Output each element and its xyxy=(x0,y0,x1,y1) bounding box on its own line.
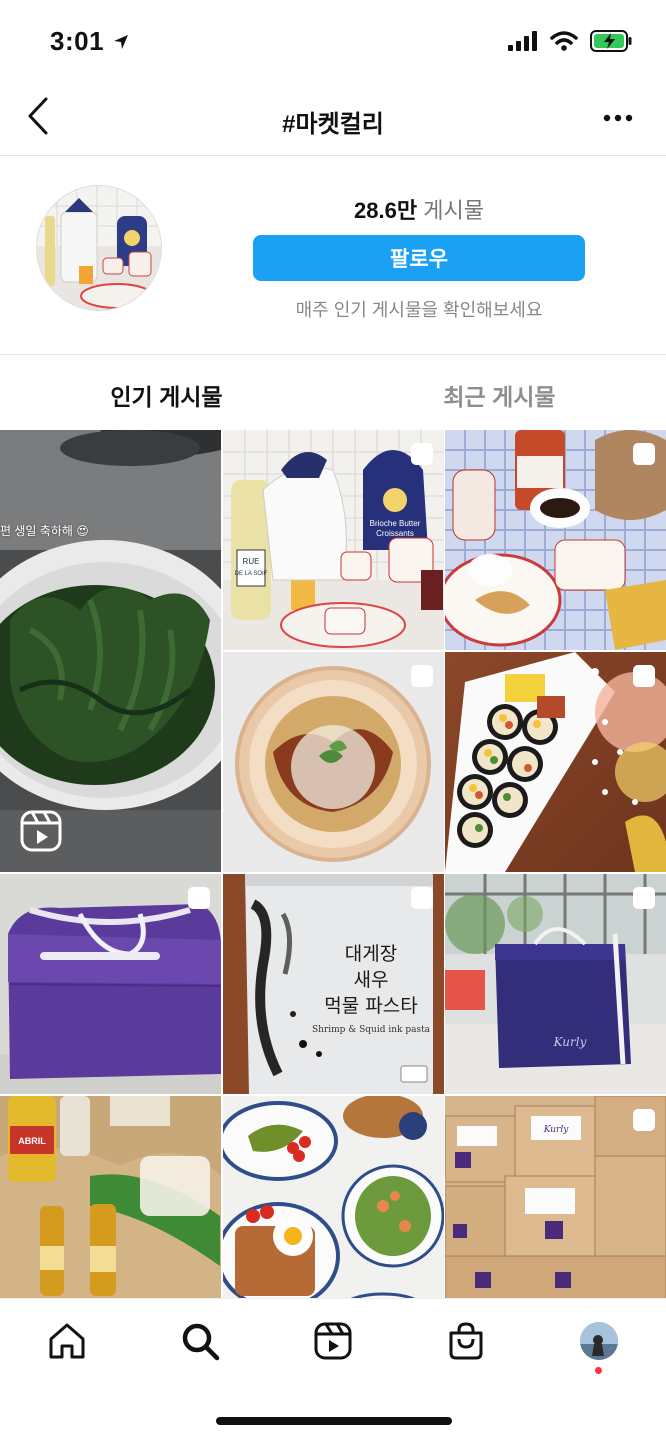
bottom-navigation xyxy=(0,1298,666,1440)
status-time-text: 3:01 xyxy=(50,26,105,56)
search-icon xyxy=(182,1323,220,1361)
hashtag-title: #마켓컬리 xyxy=(282,111,384,138)
rue-label-1: RUE xyxy=(242,557,259,566)
nav-reels-button[interactable] xyxy=(311,1319,355,1363)
post-thumbnail-brunch-spread[interactable] xyxy=(222,1096,444,1316)
nav-shop-button[interactable] xyxy=(444,1319,488,1363)
multiple-photos-icon xyxy=(633,1109,655,1131)
follow-button[interactable]: 팔로우 xyxy=(253,235,585,281)
post-thumbnail-breakfast-counter[interactable]: RUE DE LA SOIF Brioche Butter Croissants xyxy=(222,430,444,650)
shop-icon xyxy=(449,1322,483,1360)
pasta-bag-sub: Shrimp & Squid ink pasta xyxy=(311,1025,430,1035)
post-tabs: 인기 게시물 최근 게시물 xyxy=(0,356,666,430)
post-grid: 편 생일 축하해 😍 RUE DE LA SOIF Brioche Butter… xyxy=(0,430,666,1316)
pasta-bag-line-2: 새우 xyxy=(353,969,388,991)
brunch-spread-photo xyxy=(222,1096,444,1316)
multiple-photos-icon xyxy=(633,887,655,909)
multiple-photos-icon xyxy=(188,887,210,909)
abril-label: ABRIL xyxy=(18,1136,46,1146)
rue-label-2: DE LA SOIF xyxy=(234,571,267,577)
avatar-photo xyxy=(37,186,161,310)
seaweed-caption: 편 생일 축하해 😍 xyxy=(0,524,89,538)
post-thumbnail-bolognese[interactable] xyxy=(222,652,444,872)
post-thumbnail-squid-ink-pasta[interactable]: 대게장 새우 먹물 파스타 Shrimp & Squid ink pasta xyxy=(222,874,444,1094)
profile-avatar-photo xyxy=(580,1322,618,1360)
post-thumbnail-seaweed-reel[interactable]: 편 생일 축하해 😍 xyxy=(0,430,221,872)
post-thumbnail-grocery-haul[interactable]: ABRIL xyxy=(0,1096,221,1316)
post-thumbnail-purple-cooler-bag[interactable] xyxy=(0,874,221,1094)
multiple-photos-icon xyxy=(410,665,433,687)
battery-charging-icon xyxy=(590,30,632,52)
post-thumbnail-kimbap[interactable] xyxy=(445,652,666,872)
multiple-photos-icon xyxy=(633,443,655,465)
multiple-photos-icon xyxy=(633,665,655,687)
tab-recent-posts[interactable]: 최근 게시물 xyxy=(333,356,666,430)
post-count: 28.6만 게시물 xyxy=(252,193,586,225)
hashtag-avatar xyxy=(36,185,162,311)
pasta-bag-line-3: 먹물 파스타 xyxy=(324,995,417,1017)
post-count-unit: 게시물 xyxy=(423,198,484,223)
cellular-signal-icon xyxy=(508,31,537,51)
multiple-photos-icon xyxy=(410,443,433,465)
follow-hint-text: 매주 인기 게시물을 확인해보세요 xyxy=(295,300,543,320)
more-dots-icon xyxy=(603,114,633,122)
tab-top-posts[interactable]: 인기 게시물 xyxy=(0,356,333,430)
home-icon xyxy=(49,1323,85,1359)
bread-bag-line-2: Croissants xyxy=(376,529,414,538)
reels-icon xyxy=(20,810,62,852)
profile-avatar xyxy=(580,1322,618,1360)
post-count-number: 28.6만 xyxy=(354,198,418,223)
kurly-logo-text: Kurly xyxy=(553,1035,587,1049)
multiple-photos-icon xyxy=(410,887,433,909)
seaweed-photo xyxy=(0,430,221,872)
status-bar: 3:01 xyxy=(0,0,666,86)
multiple-photos-icon xyxy=(187,1108,211,1132)
more-options-button[interactable] xyxy=(600,106,636,130)
hashtag-profile: 28.6만 게시물 팔로우 매주 인기 게시물을 확인해보세요 xyxy=(0,157,666,355)
post-thumbnail-breakfast-table[interactable] xyxy=(445,430,666,650)
home-indicator xyxy=(216,1417,452,1425)
bread-bag-line-1: Brioche Butter xyxy=(369,519,420,528)
status-time: 3:01 xyxy=(50,26,130,57)
post-thumbnail-kurly-boxes[interactable]: Kurly xyxy=(445,1096,666,1316)
kurly-box-label: Kurly xyxy=(543,1125,570,1135)
nav-home-button[interactable] xyxy=(45,1319,89,1363)
pasta-bag-line-1: 대게장 xyxy=(344,943,396,965)
nav-profile-button[interactable] xyxy=(577,1319,621,1363)
wifi-icon xyxy=(550,31,578,51)
top-header: #마켓컬리 xyxy=(0,86,666,156)
post-thumbnail-kurly-cooler[interactable]: Kurly xyxy=(445,874,666,1094)
notification-dot xyxy=(595,1367,602,1374)
status-icons xyxy=(508,30,632,52)
nav-search-button[interactable] xyxy=(178,1319,222,1363)
location-arrow-icon xyxy=(113,35,128,49)
reels-icon xyxy=(314,1322,352,1360)
